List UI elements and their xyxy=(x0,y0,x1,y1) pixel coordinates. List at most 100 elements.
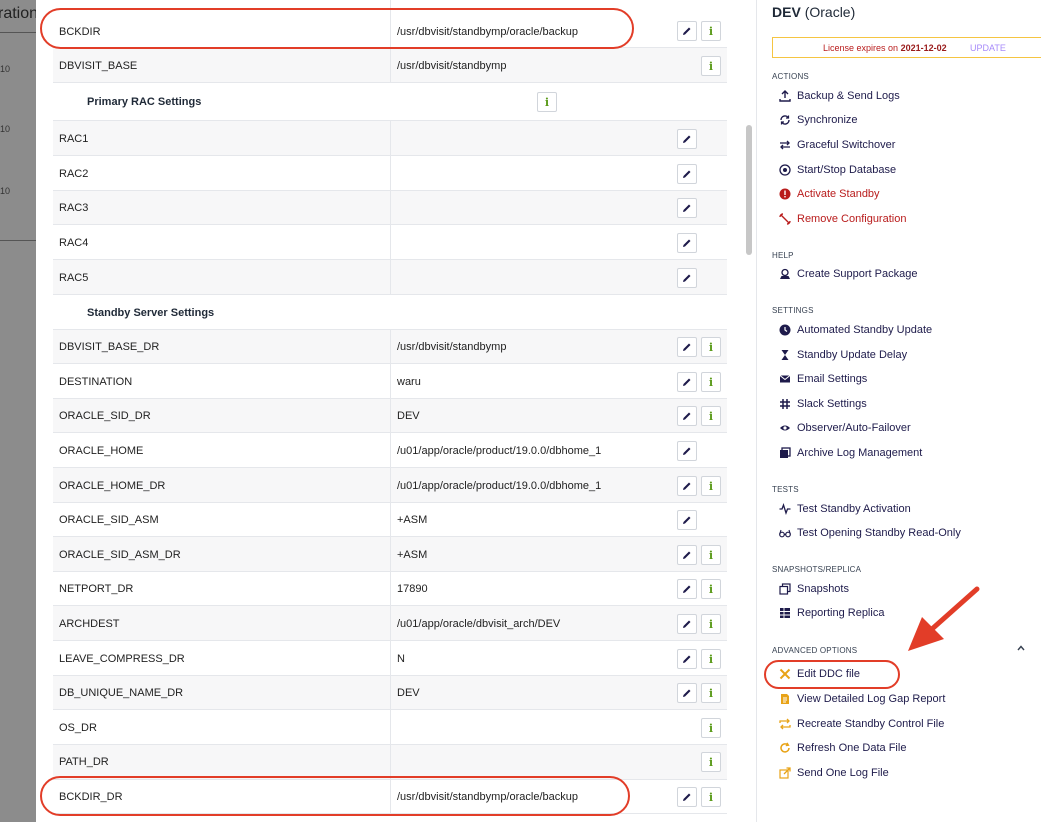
info-icon: i xyxy=(708,686,714,700)
send-one-log-file-link[interactable]: Send One Log File xyxy=(779,767,889,779)
info-button[interactable]: i xyxy=(701,406,721,426)
info-button[interactable]: i xyxy=(701,21,721,41)
remove-configuration-link[interactable]: Remove Configuration xyxy=(779,213,906,225)
archive-log-management-link[interactable]: Archive Log Management xyxy=(779,447,922,459)
section-label-help: HELP xyxy=(772,251,794,260)
row-key: NETPORT_DR xyxy=(59,583,134,595)
snapshots-link[interactable]: Snapshots xyxy=(779,583,849,595)
repeat-icon xyxy=(779,718,791,730)
pencil-icon xyxy=(683,551,691,559)
synchronize-link[interactable]: Synchronize xyxy=(779,114,858,126)
pencil-icon xyxy=(683,170,691,178)
license-banner: License expires on 2021-12-02 UPDATE xyxy=(772,37,1041,58)
slack-icon xyxy=(780,399,790,409)
info-button[interactable]: i xyxy=(701,649,721,669)
support-icon xyxy=(780,268,790,279)
pencil-icon xyxy=(683,204,691,212)
edit-button[interactable] xyxy=(677,510,697,530)
row-key: RAC5 xyxy=(59,272,89,284)
pencil-icon xyxy=(683,343,691,351)
info-button[interactable]: i xyxy=(537,92,557,112)
start-stop-database-link[interactable]: Start/Stop Database xyxy=(779,164,896,176)
info-icon: i xyxy=(708,582,714,596)
create-support-package-link[interactable]: Create Support Package xyxy=(779,268,917,280)
info-icon: i xyxy=(708,617,714,631)
slack-settings-link[interactable]: Slack Settings xyxy=(779,398,867,410)
refresh-data-file-link[interactable]: Refresh One Data File xyxy=(779,742,906,754)
database-title: DEV (Oracle) xyxy=(772,4,856,20)
edit-button[interactable] xyxy=(677,787,697,807)
edit-button[interactable] xyxy=(677,372,697,392)
edit-button[interactable] xyxy=(677,198,697,218)
row-key: OS_DR xyxy=(59,722,97,734)
edit-button[interactable] xyxy=(677,614,697,634)
row-key: DESTINATION xyxy=(59,376,133,388)
info-button[interactable]: i xyxy=(701,787,721,807)
row-value: +ASM xyxy=(397,514,428,526)
row-value: +ASM xyxy=(397,549,428,561)
info-button[interactable]: i xyxy=(701,476,721,496)
row-value: waru xyxy=(397,376,421,388)
row-value: DEV xyxy=(397,687,420,699)
chevron-up-icon[interactable] xyxy=(1016,643,1026,653)
table-row-netport-dr: NETPORT_DR 17890 i xyxy=(53,572,727,606)
edit-button[interactable] xyxy=(677,683,697,703)
background-mini-label: 10 xyxy=(0,64,11,74)
edit-button[interactable] xyxy=(677,579,697,599)
observer-auto-failover-link[interactable]: Observer/Auto-Failover xyxy=(779,422,911,434)
info-button[interactable]: i xyxy=(701,545,721,565)
table-row-oracle-sid-dr: ORACLE_SID_DR DEV i xyxy=(53,399,727,433)
info-button[interactable]: i xyxy=(701,337,721,357)
edit-button[interactable] xyxy=(677,164,697,184)
info-button[interactable]: i xyxy=(701,614,721,634)
email-settings-link[interactable]: Email Settings xyxy=(779,373,867,385)
test-opening-read-only-link[interactable]: Test Opening Standby Read-Only xyxy=(779,527,961,539)
hourglass-icon xyxy=(781,350,789,360)
backup-send-logs-link[interactable]: Backup & Send Logs xyxy=(779,90,900,102)
pencil-icon xyxy=(683,516,691,524)
row-key: RAC2 xyxy=(59,168,89,180)
pulse-icon xyxy=(779,503,791,515)
pencil-icon xyxy=(683,378,691,386)
row-key: ORACLE_HOME_DR xyxy=(59,480,166,492)
edit-button[interactable] xyxy=(677,441,697,461)
activate-standby-link[interactable]: Activate Standby xyxy=(779,188,880,200)
automated-standby-update-link[interactable]: Automated Standby Update xyxy=(779,324,932,336)
info-button[interactable]: i xyxy=(701,752,721,772)
view-log-gap-report-link[interactable]: View Detailed Log Gap Report xyxy=(779,693,945,705)
pencil-icon xyxy=(683,274,691,282)
reporting-replica-link[interactable]: Reporting Replica xyxy=(779,607,884,619)
info-icon: i xyxy=(708,24,714,38)
info-button[interactable]: i xyxy=(701,579,721,599)
pencil-icon xyxy=(683,412,691,420)
info-button[interactable]: i xyxy=(701,683,721,703)
table-icon xyxy=(780,608,790,618)
standby-update-delay-link[interactable]: Standby Update Delay xyxy=(779,349,907,361)
section-label-advanced: ADVANCED OPTIONS xyxy=(772,646,858,655)
row-key: ORACLE_SID_ASM_DR xyxy=(59,549,181,561)
graceful-switchover-link[interactable]: Graceful Switchover xyxy=(779,139,895,151)
section-title: Primary RAC Settings xyxy=(87,96,202,108)
edit-button[interactable] xyxy=(677,649,697,669)
table-row-dbvisit-base: DBVISIT_BASE /usr/dbvisit/standbymp i xyxy=(53,48,727,83)
edit-button[interactable] xyxy=(677,476,697,496)
recreate-control-file-link[interactable]: Recreate Standby Control File xyxy=(779,718,944,730)
test-standby-activation-link[interactable]: Test Standby Activation xyxy=(779,503,911,515)
edit-button[interactable] xyxy=(677,129,697,149)
edit-button[interactable] xyxy=(677,337,697,357)
scrollbar-thumb[interactable] xyxy=(746,125,752,255)
info-button[interactable]: i xyxy=(701,372,721,392)
edit-button[interactable] xyxy=(677,21,697,41)
update-link[interactable]: UPDATE xyxy=(970,43,1006,53)
edit-button[interactable] xyxy=(677,233,697,253)
edit-button[interactable] xyxy=(677,545,697,565)
table-row-path-dr: PATH_DR i xyxy=(53,745,727,780)
edit-button[interactable] xyxy=(677,268,697,288)
edit-button[interactable] xyxy=(677,406,697,426)
info-icon: i xyxy=(708,721,714,735)
table-row-oracle-home: ORACLE_HOME /u01/app/oracle/product/19.0… xyxy=(53,433,727,468)
info-button[interactable]: i xyxy=(701,718,721,738)
row-key: LEAVE_COMPRESS_DR xyxy=(59,653,185,665)
row-value: DEV xyxy=(397,410,420,422)
info-button[interactable]: i xyxy=(701,56,721,76)
